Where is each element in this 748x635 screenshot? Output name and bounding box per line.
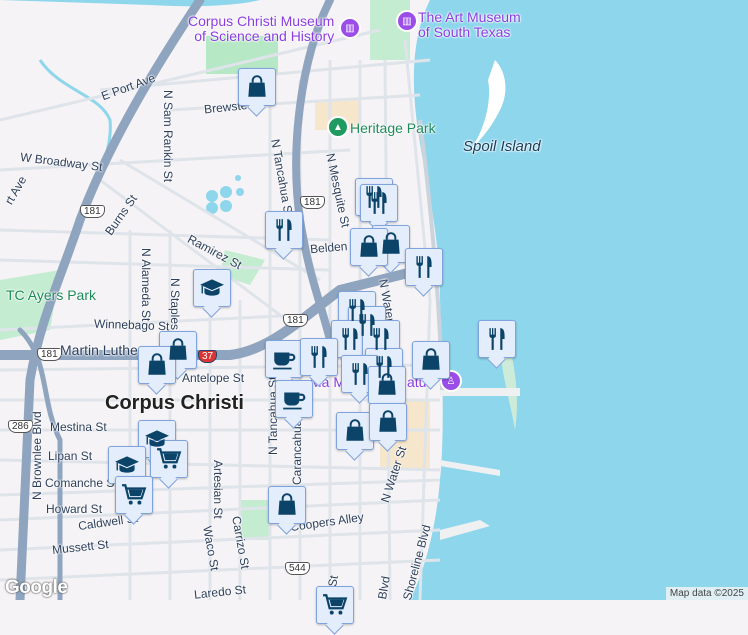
- shopping-cart-icon: [156, 446, 182, 472]
- us-181-shield: 181: [283, 314, 308, 327]
- graduation-cap-icon: [199, 275, 225, 301]
- art-museum-label[interactable]: The Art Museum of South Texas: [418, 10, 521, 40]
- shopping-cart-icon: [322, 592, 348, 618]
- fork-knife-icon: [484, 326, 510, 352]
- street-label: Mestina St: [50, 420, 107, 434]
- street-label: Antelope St: [182, 371, 245, 385]
- us-181-shield: 181: [80, 205, 105, 218]
- fork-knife-icon: [271, 217, 297, 243]
- shopping-bag-icon: [356, 234, 382, 260]
- us-181-shield: 181: [300, 196, 325, 209]
- bay-water: [410, 0, 748, 600]
- shopping-bag-icon: [342, 418, 368, 444]
- shopping-bag-icon: [244, 74, 270, 100]
- map-attribution[interactable]: Map data ©2025: [665, 587, 748, 600]
- shopping-bag-icon: [274, 492, 300, 518]
- fork-knife-icon: [347, 361, 373, 387]
- museum-science-history-label[interactable]: Corpus Christi Museum of Science and His…: [188, 14, 334, 44]
- spoil-island-label[interactable]: Spoil Island: [463, 138, 541, 155]
- shopping-marker[interactable]: [368, 366, 406, 404]
- shopping-marker[interactable]: [268, 486, 306, 524]
- dining-marker[interactable]: [405, 248, 443, 286]
- google-logo[interactable]: Google: [5, 577, 68, 599]
- dining-marker[interactable]: [360, 184, 398, 222]
- tc-ayers-park-label[interactable]: TC Ayers Park: [6, 287, 96, 303]
- fork-knife-icon: [411, 254, 437, 280]
- street-label: Howard St: [46, 502, 103, 516]
- route-544-shield: 544: [285, 562, 310, 575]
- park-icon[interactable]: ▲: [327, 116, 349, 138]
- shopping-marker[interactable]: [412, 341, 450, 379]
- street-label: N Brownlee Blvd: [30, 411, 44, 500]
- top-left-water: [0, 0, 260, 7]
- city-label: Corpus Christi: [105, 392, 244, 414]
- grocery-marker[interactable]: [115, 476, 153, 514]
- street-label: Martin Luther: [60, 342, 143, 358]
- dining-marker[interactable]: [265, 211, 303, 249]
- fork-knife-icon: [337, 326, 363, 352]
- street-label: N Sam Rankin St: [161, 90, 175, 183]
- us-181-shield: 181: [37, 348, 62, 361]
- shopping-marker[interactable]: [369, 403, 407, 441]
- grocery-marker[interactable]: [150, 440, 188, 478]
- coffee-marker[interactable]: [265, 340, 303, 378]
- shopping-bag-icon: [418, 347, 444, 373]
- street-label: N Alameda St: [139, 248, 153, 322]
- ponds: [206, 175, 244, 214]
- shopping-marker[interactable]: [238, 68, 276, 106]
- shopping-bag-icon: [144, 352, 170, 378]
- shopping-bag-icon: [374, 372, 400, 398]
- street-label: Winnebago St: [93, 316, 170, 334]
- coffee-cup-icon: [281, 386, 307, 412]
- education-marker[interactable]: [193, 269, 231, 307]
- dining-marker[interactable]: [300, 338, 338, 376]
- coffee-cup-icon: [271, 346, 297, 372]
- heritage-park-label[interactable]: Heritage Park: [350, 120, 436, 136]
- graduation-cap-icon: [114, 452, 140, 478]
- museum-icon[interactable]: ▥: [339, 17, 361, 39]
- coffee-marker[interactable]: [275, 380, 313, 418]
- shopping-cart-icon: [121, 482, 147, 508]
- fork-knife-icon: [368, 326, 394, 352]
- shopping-bag-icon: [375, 409, 401, 435]
- grocery-marker[interactable]: [316, 586, 354, 624]
- street-label: Artesian St: [211, 460, 225, 519]
- street-label: Lipan St: [48, 449, 93, 463]
- fork-knife-icon: [306, 344, 332, 370]
- route-286-shield: 286: [8, 420, 33, 433]
- dining-marker[interactable]: [478, 320, 516, 358]
- fork-knife-icon: [366, 190, 392, 216]
- museum-icon[interactable]: ▥: [396, 10, 418, 32]
- street-label: Comanche St: [45, 476, 118, 490]
